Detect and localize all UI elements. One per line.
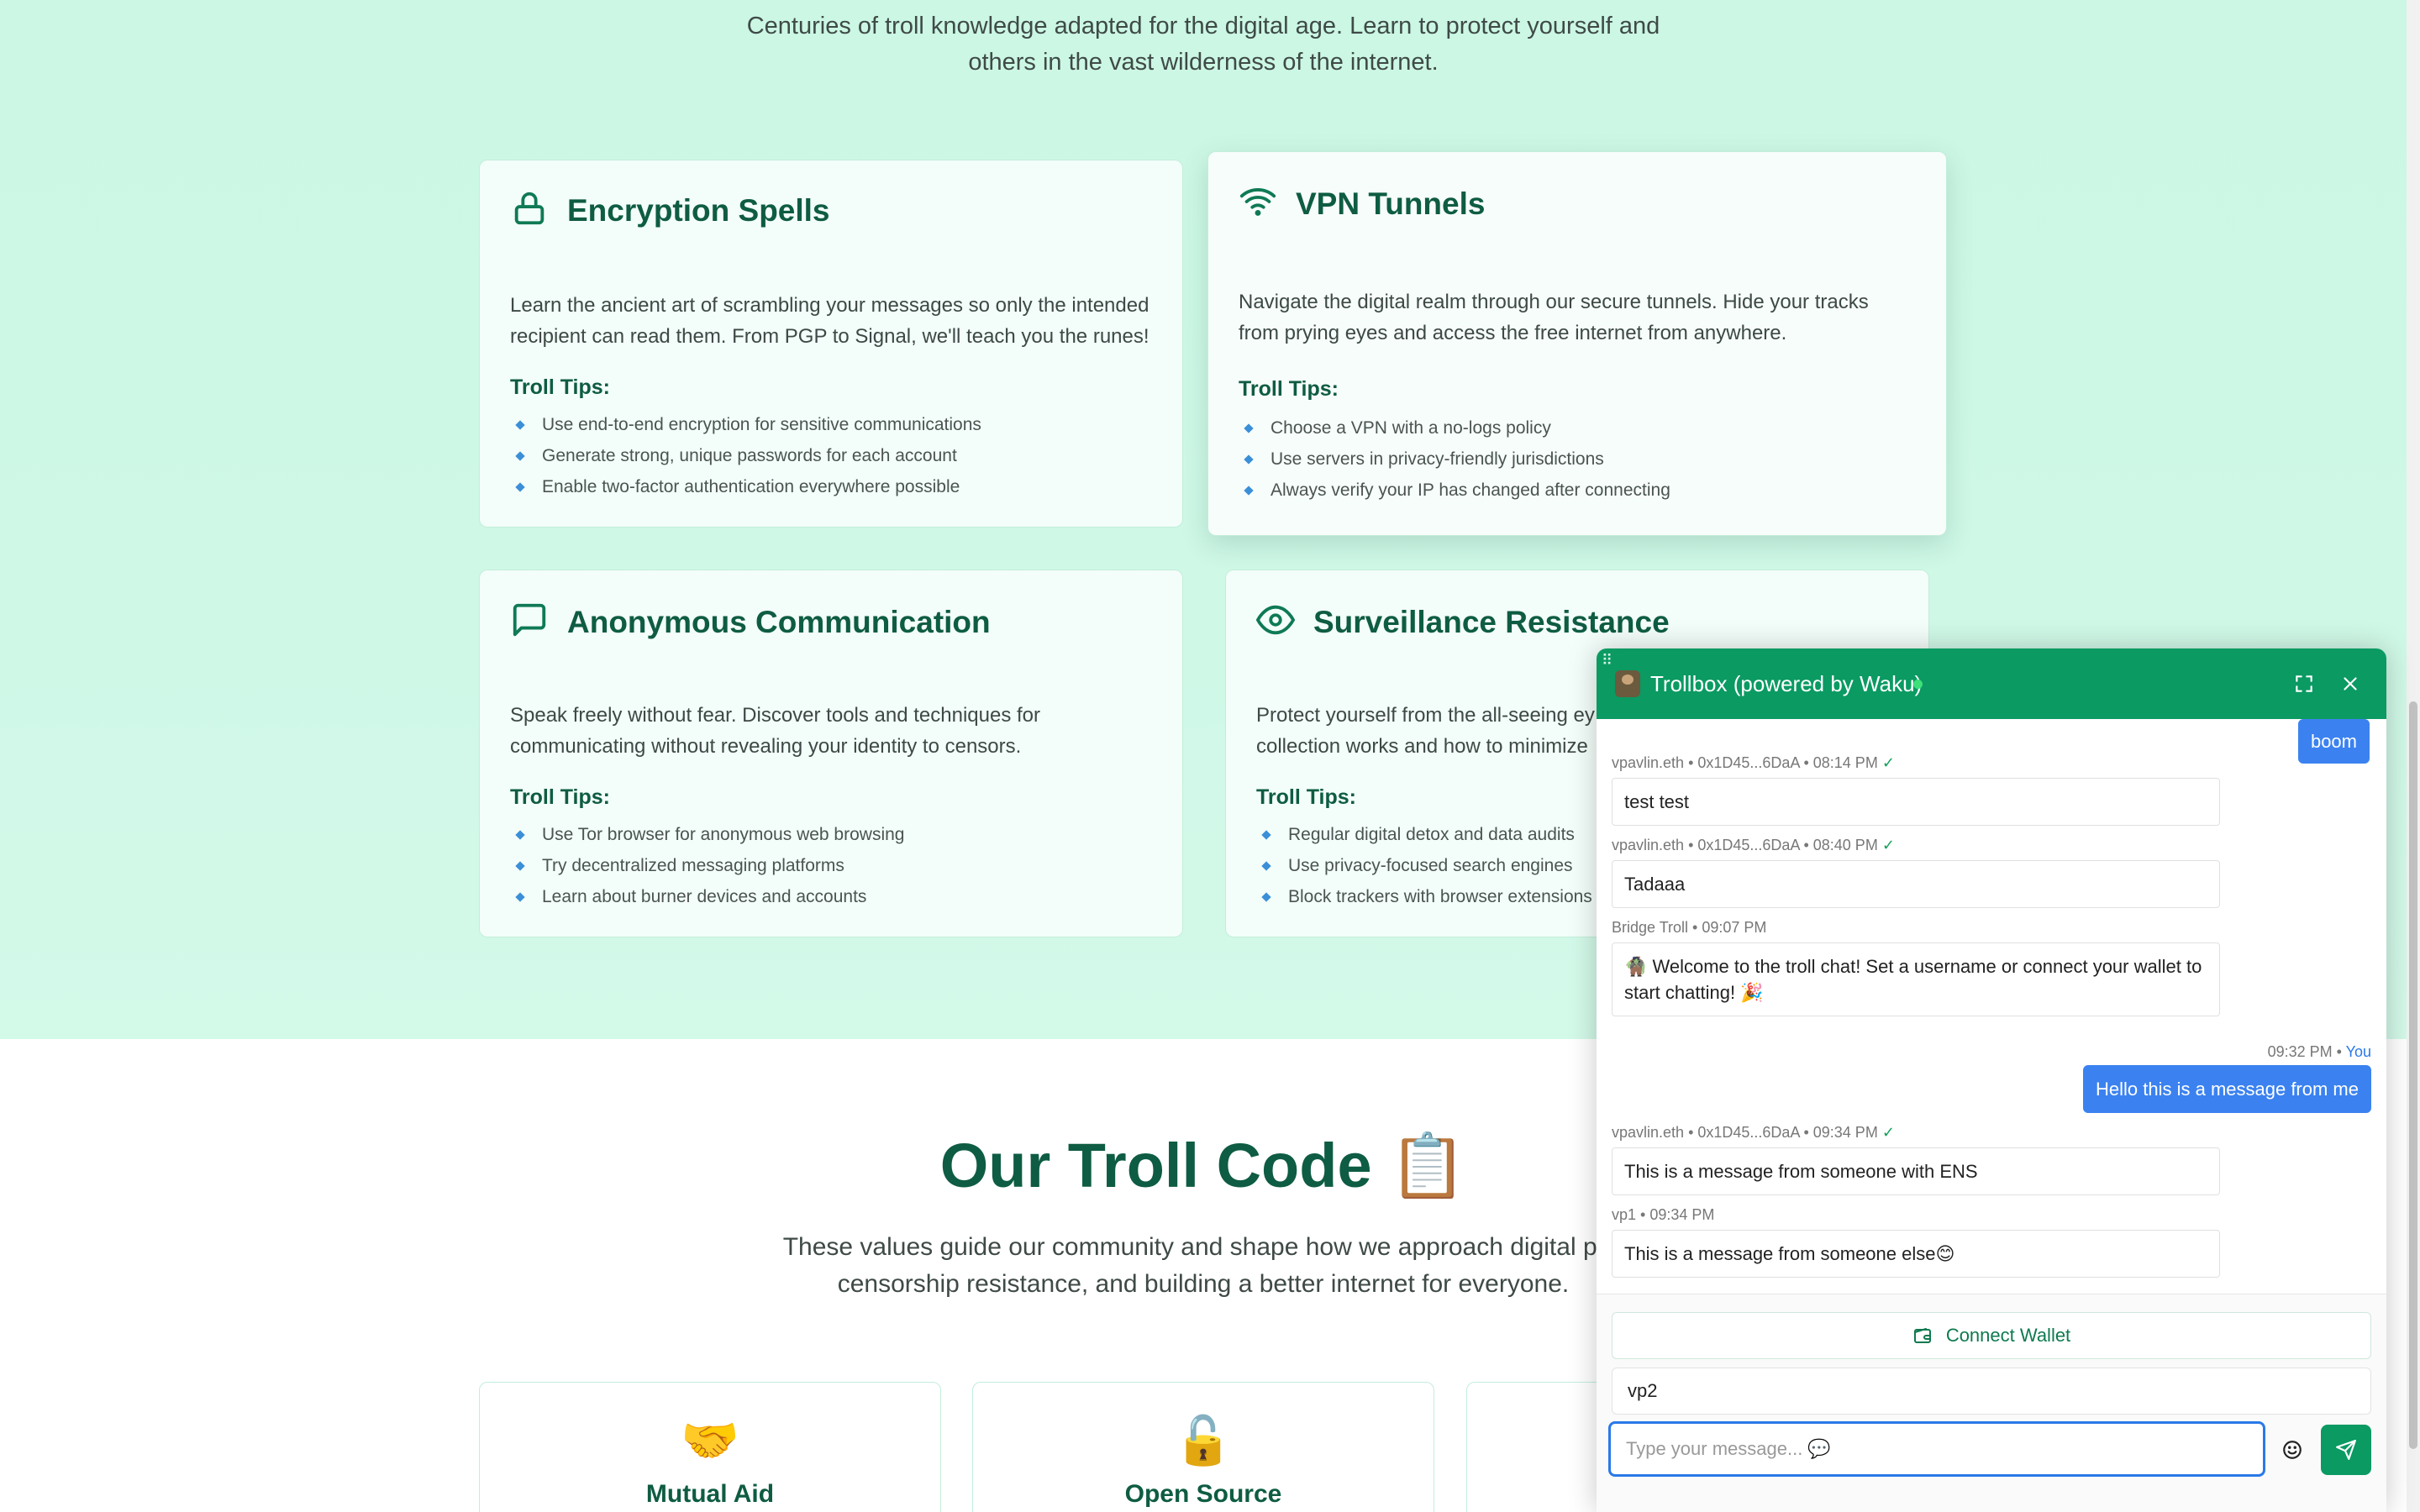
tip-item: Learn about burner devices and accounts xyxy=(510,881,904,912)
card-description: Navigate the digital realm through our s… xyxy=(1239,291,1869,344)
drag-handle-icon[interactable]: ⠿ xyxy=(1602,652,1612,669)
tip-item: Use end-to-end encryption for sensitive … xyxy=(510,409,981,440)
tip-item: Enable two-factor authentication everywh… xyxy=(510,471,981,502)
close-icon xyxy=(2344,677,2357,690)
message-list[interactable]: boom vpavlin.eth • 0x1D45...6DaA • 08:14… xyxy=(1597,719,2386,1354)
tip-item: Try decentralized messaging platforms xyxy=(510,850,904,881)
unlock-icon: 🔓 xyxy=(1174,1414,1233,1467)
handshake-icon: 🤝 xyxy=(681,1414,739,1467)
message-bubble-own: boom xyxy=(2297,719,2370,764)
verified-icon: ✓ xyxy=(1881,754,1895,771)
message-bubble: This is a message from someone else😊 xyxy=(1612,1230,2220,1278)
lock-icon xyxy=(510,189,549,232)
connect-wallet-label: Connect Wallet xyxy=(1945,1325,2071,1346)
card-description: Speak freely without fear. Discover tool… xyxy=(510,704,1041,758)
page-scrollbar-thumb[interactable] xyxy=(2409,701,2417,1449)
emoji-picker-button[interactable] xyxy=(2275,1433,2309,1467)
card-anonymous-communication: Anonymous Communication Speak freely wit… xyxy=(479,570,1183,937)
tip-item: Choose a VPN with a no-logs policy xyxy=(1239,412,1670,444)
expand-icon xyxy=(2296,675,2312,692)
message-bubble-own: Hello this is a message from me xyxy=(2083,1065,2371,1113)
message-meta-own: 09:32 PM • You xyxy=(2267,1043,2371,1060)
card-encryption-spells: Encryption Spells Learn the ancient art … xyxy=(479,160,1183,528)
verified-icon: ✓ xyxy=(1881,837,1895,853)
card-title: Encryption Spells xyxy=(567,192,830,228)
message-bubble: This is a message from someone with ENS xyxy=(1612,1147,2220,1195)
message-square-icon xyxy=(510,601,549,643)
online-status-dot xyxy=(1913,680,1923,689)
intro-line-1: Centuries of troll knowledge adapted for… xyxy=(746,13,1660,39)
chat-header: ⠿ Trollbox (powered by Waku) xyxy=(1597,648,2386,719)
message-input[interactable] xyxy=(1608,1421,2265,1477)
card-title: Anonymous Communication xyxy=(567,604,991,639)
card-header: Encryption Spells xyxy=(510,189,830,232)
trollbox-widget: ⠿ Trollbox (powered by Waku) boom vpavli… xyxy=(1597,648,2386,1512)
tip-item: Block trackers with browser extensions xyxy=(1256,881,1592,912)
card-description: Learn the ancient art of scrambling your… xyxy=(510,294,1150,348)
message-meta: Bridge Troll • 09:07 PM xyxy=(1612,919,1767,936)
message-bubble: Tadaaa xyxy=(1612,860,2220,908)
smile-icon xyxy=(2283,1441,2302,1459)
message-meta: vpavlin.eth • 0x1D45...6DaA • 08:14 PM ✓ xyxy=(1612,754,1895,771)
card-header: Surveillance Resistance xyxy=(1256,601,1670,643)
section-intro: Centuries of troll knowledge adapted for… xyxy=(0,8,2407,81)
expand-button[interactable] xyxy=(2287,667,2321,701)
verified-icon: ✓ xyxy=(1881,1124,1895,1141)
card-title: Surveillance Resistance xyxy=(1313,604,1670,639)
tips-heading: Troll Tips: xyxy=(510,785,610,809)
tip-item: Regular digital detox and data audits xyxy=(1256,819,1592,850)
message-meta: vpavlin.eth • 0x1D45...6DaA • 09:34 PM ✓ xyxy=(1612,1124,1895,1141)
tip-item: Always verify your IP has changed after … xyxy=(1239,475,1670,506)
intro-line-2: others in the vast wilderness of the int… xyxy=(968,49,1439,76)
message-bubble: 🧌 Welcome to the troll chat! Set a usern… xyxy=(1612,942,2220,1016)
tip-item: Use Tor browser for anonymous web browsi… xyxy=(510,819,904,850)
close-button[interactable] xyxy=(2333,667,2367,701)
message-meta: vpavlin.eth • 0x1D45...6DaA • 08:40 PM ✓ xyxy=(1612,837,1895,853)
value-title: Open Source xyxy=(1124,1480,1282,1508)
tips-list: Regular digital detox and data audits Us… xyxy=(1256,819,1592,912)
tip-item: Generate strong, unique passwords for ea… xyxy=(510,440,981,471)
chat-title: Trollbox (powered by Waku) xyxy=(1650,671,1923,696)
value-card-open-source: 🔓 Open Source xyxy=(972,1382,1434,1512)
message-meta: vp1 • 09:34 PM xyxy=(1612,1206,1715,1223)
card-header: VPN Tunnels xyxy=(1239,182,1485,225)
value-title: Mutual Aid xyxy=(645,1480,775,1508)
eye-icon xyxy=(1256,601,1295,643)
card-title: VPN Tunnels xyxy=(1296,186,1486,221)
tips-heading: Troll Tips: xyxy=(1256,785,1356,809)
tips-heading: Troll Tips: xyxy=(510,375,610,399)
wifi-icon xyxy=(1239,182,1277,225)
tips-list: Choose a VPN with a no-logs policy Use s… xyxy=(1239,412,1670,506)
username-input[interactable] xyxy=(1612,1368,2371,1415)
card-header: Anonymous Communication xyxy=(510,601,991,643)
send-button[interactable] xyxy=(2321,1425,2371,1475)
value-card-mutual-aid: 🤝 Mutual Aid xyxy=(479,1382,941,1512)
tips-heading: Troll Tips: xyxy=(1239,377,1339,401)
send-icon xyxy=(2336,1440,2356,1460)
tips-list: Use Tor browser for anonymous web browsi… xyxy=(510,819,904,912)
tips-list: Use end-to-end encryption for sensitive … xyxy=(510,409,981,502)
tip-item: Use privacy-focused search engines xyxy=(1256,850,1592,881)
tip-item: Use servers in privacy-friendly jurisdic… xyxy=(1239,444,1670,475)
connect-wallet-button[interactable]: Connect Wallet xyxy=(1612,1312,2371,1359)
card-vpn-tunnels: VPN Tunnels Navigate the digital realm t… xyxy=(1207,151,1947,536)
wallet-icon xyxy=(1913,1328,1931,1343)
troll-avatar-icon xyxy=(1615,670,1640,697)
message-bubble: test test xyxy=(1612,778,2220,826)
